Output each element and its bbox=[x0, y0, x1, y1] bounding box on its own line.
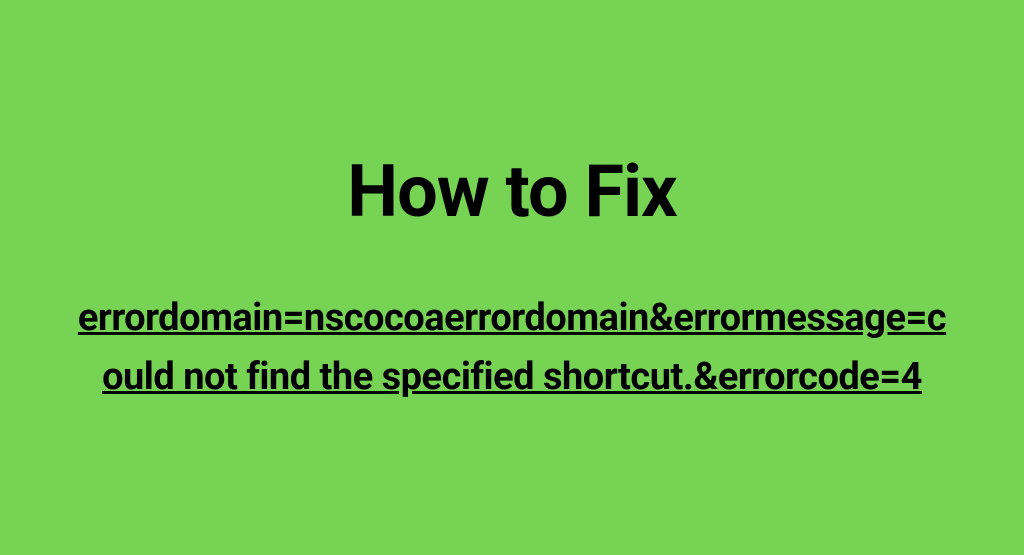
error-message-text: errordomain=nscocoaerrordomain&errormess… bbox=[72, 289, 952, 407]
page-heading: How to Fix bbox=[347, 149, 676, 234]
